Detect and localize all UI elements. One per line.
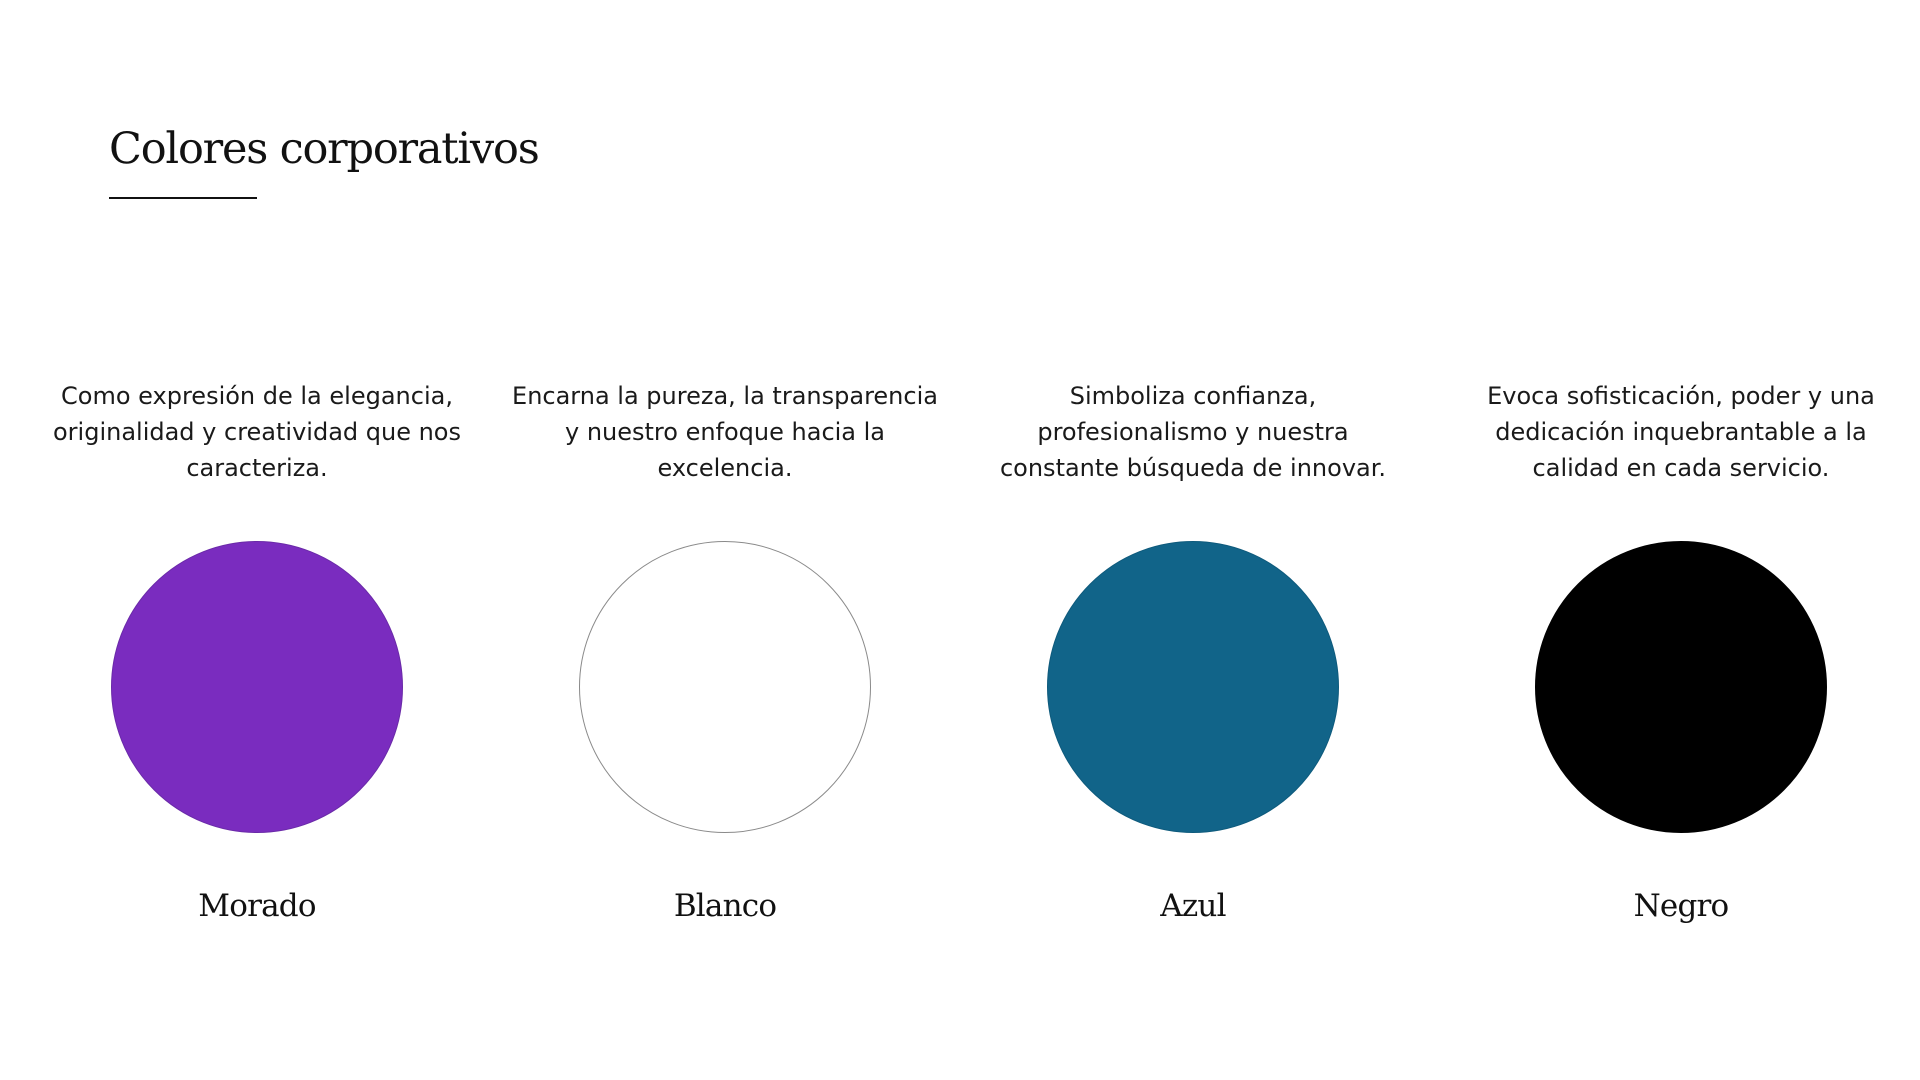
title-underline <box>109 197 257 199</box>
color-circle-azul <box>1047 541 1339 833</box>
swatch-description: Como expresión de la elegancia, original… <box>52 382 461 482</box>
swatch-name: Blanco <box>673 888 777 924</box>
swatch-name: Azul <box>1160 888 1226 924</box>
swatch-name: Negro <box>1633 888 1730 924</box>
slide: Colores corporativos Como expresión de l… <box>0 0 1920 1080</box>
color-circle-negro <box>1535 541 1827 833</box>
swatch-morado: Como expresión de la elegancia, original… <box>42 378 472 938</box>
swatch-name: Morado <box>198 888 316 924</box>
swatch-description: Encarna la pureza, la transparencia y nu… <box>512 382 938 482</box>
color-circle-morado <box>111 541 403 833</box>
swatch-description: Simboliza confianza, profesionalismo y n… <box>999 382 1387 482</box>
swatch-azul: Simboliza confianza, profesionalismo y n… <box>978 378 1408 938</box>
swatch-negro: Evoca sofisticación, poder y una dedicac… <box>1466 378 1896 938</box>
color-circle-blanco <box>579 541 871 833</box>
page-title: Colores corporativos <box>109 124 540 174</box>
swatch-description: Evoca sofisticación, poder y una dedicac… <box>1487 382 1875 482</box>
swatch-blanco: Encarna la pureza, la transparencia y nu… <box>510 378 940 938</box>
